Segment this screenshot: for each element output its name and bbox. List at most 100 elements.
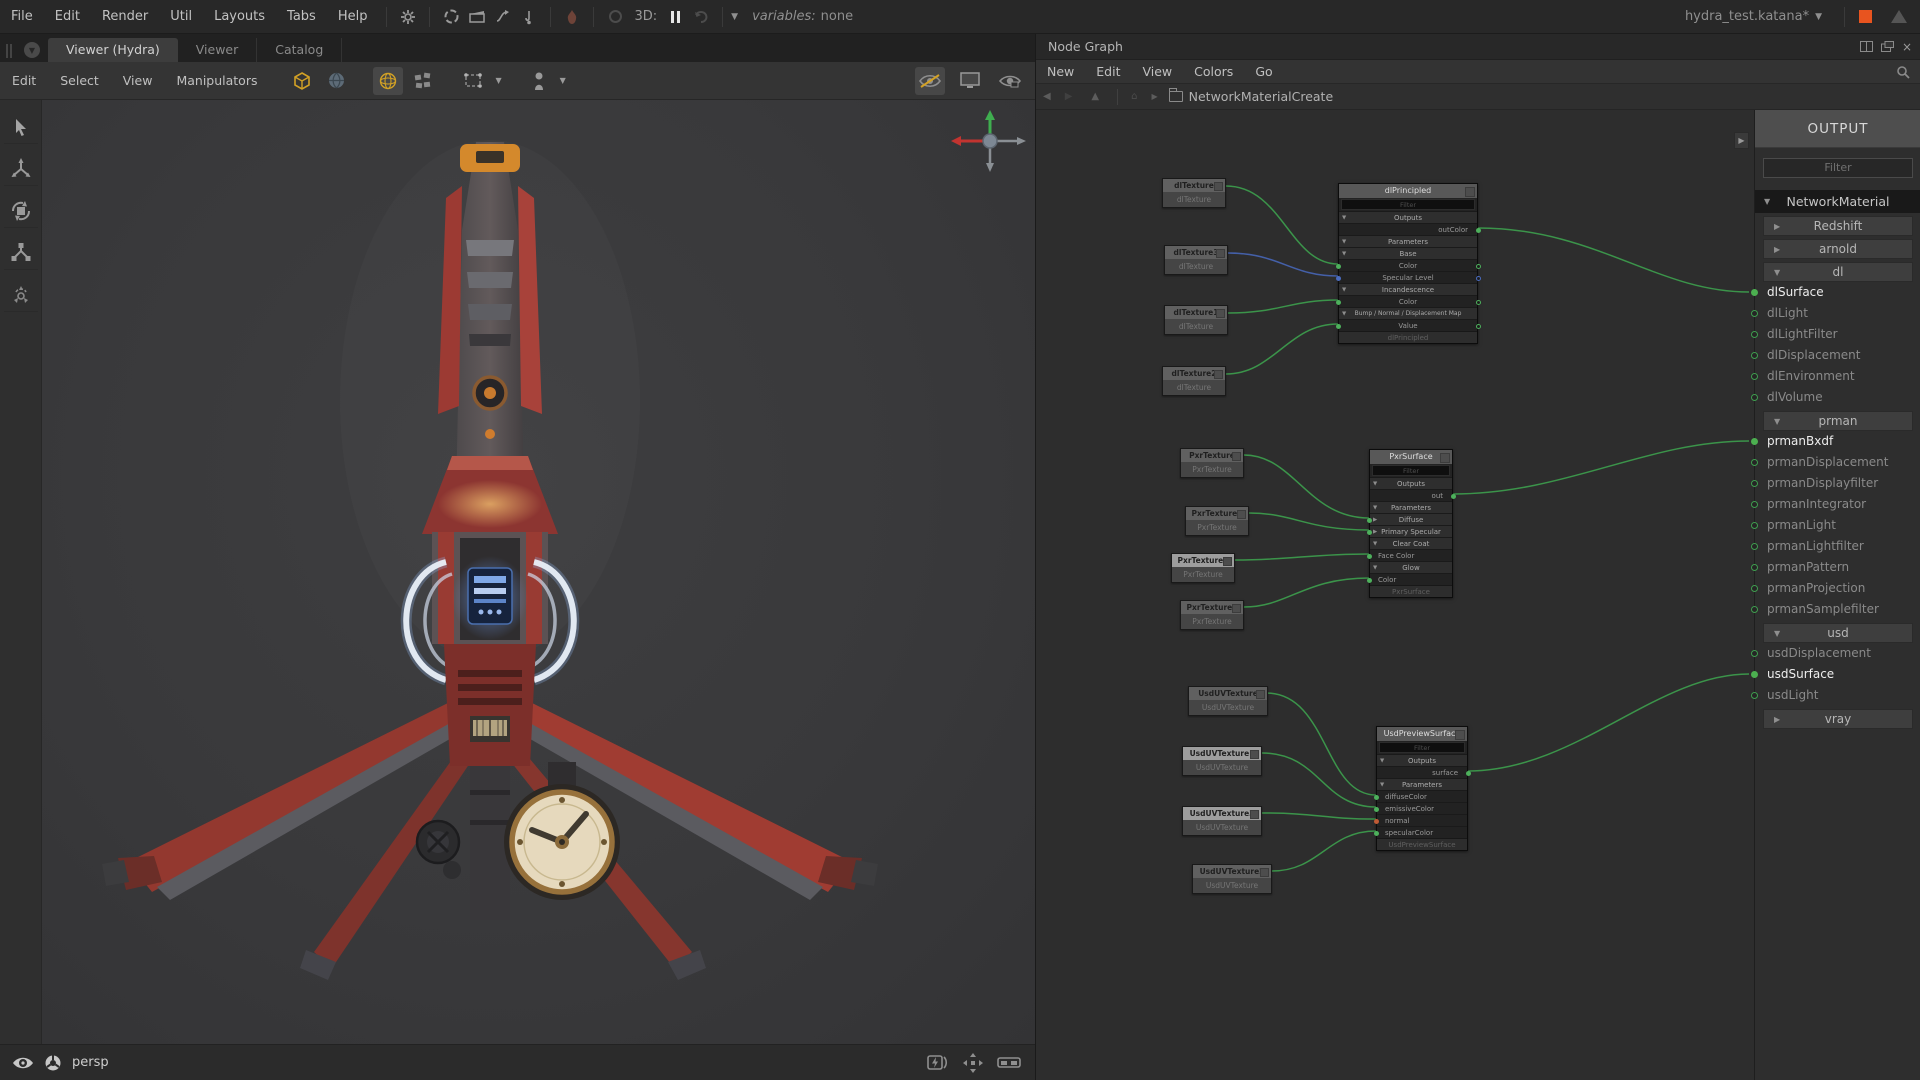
output-port[interactable]: [1466, 771, 1471, 776]
node-UsdUVTexture[interactable]: UsdUVTexture UsdUVTexture: [1188, 686, 1268, 716]
variables-value[interactable]: none: [821, 9, 853, 24]
pane-menu-icon[interactable]: ▼: [24, 42, 40, 58]
flame-icon[interactable]: [559, 6, 585, 28]
terminal-dlDisplacement[interactable]: dlDisplacement: [1755, 345, 1920, 366]
node-PxrTexture[interactable]: PxrTexture PxrTexture: [1180, 448, 1244, 478]
section-outputs[interactable]: Outputs: [1370, 477, 1452, 489]
param-row-face-color[interactable]: Face Color: [1370, 549, 1452, 561]
message-triangle-icon[interactable]: [1886, 6, 1912, 28]
section-primary-specular[interactable]: Primary Specular: [1370, 525, 1452, 537]
param-row-normal[interactable]: normal: [1377, 814, 1467, 826]
filename-label[interactable]: hydra_test.katana*: [1685, 9, 1809, 24]
pane-split-icon[interactable]: [1860, 41, 1873, 52]
texture-tiles-icon[interactable]: [407, 67, 437, 95]
clapperboard-icon[interactable]: [464, 6, 490, 28]
input-port[interactable]: [1336, 276, 1341, 281]
port-row-out[interactable]: out: [1370, 489, 1452, 501]
wire-sphere-icon[interactable]: [373, 67, 403, 95]
select-arrow-icon[interactable]: [4, 110, 38, 144]
viewer-menu-select[interactable]: Select: [48, 73, 111, 88]
connection-port[interactable]: [1751, 522, 1758, 529]
ng-menu-colors[interactable]: Colors: [1183, 64, 1244, 79]
connection-port[interactable]: [1751, 310, 1758, 317]
param-row-emissiveColor[interactable]: emissiveColor: [1377, 802, 1467, 814]
output-port[interactable]: [1476, 276, 1481, 281]
menu-layouts[interactable]: Layouts: [203, 9, 276, 24]
connection-port[interactable]: [1751, 480, 1758, 487]
group-arnold[interactable]: ▶arnold: [1763, 239, 1913, 259]
shaded-cube-icon[interactable]: [287, 67, 317, 95]
terminal-dlLightFilter[interactable]: dlLightFilter: [1755, 324, 1920, 345]
node-PxrTexture1[interactable]: PxrTexture1 PxrTexture: [1180, 600, 1244, 630]
globe-icon[interactable]: [321, 67, 351, 95]
ng-menu-go[interactable]: Go: [1244, 64, 1283, 79]
pan-arrows-icon[interactable]: [963, 1053, 983, 1073]
terminal-prmanBxdf[interactable]: prmanBxdf: [1755, 431, 1920, 452]
connection-port[interactable]: [1751, 289, 1758, 296]
connection-port[interactable]: [1751, 650, 1758, 657]
param-row-value[interactable]: Value: [1339, 319, 1477, 331]
undo-icon[interactable]: [688, 6, 714, 28]
render-stop-icon[interactable]: [1859, 10, 1872, 23]
port-row-surface[interactable]: surface: [1377, 766, 1467, 778]
connection-port[interactable]: [1751, 459, 1758, 466]
menu-help[interactable]: Help: [327, 9, 379, 24]
node-graph-canvas[interactable]: dlTexture dlTexture dlTexture3 dlTexture…: [1036, 110, 1920, 1080]
output-port[interactable]: [1476, 228, 1481, 233]
input-port[interactable]: [1374, 795, 1379, 800]
input-port[interactable]: [1367, 554, 1372, 559]
node-UsdUVTexture1[interactable]: UsdUVTexture1 UsdUVTexture: [1182, 746, 1262, 776]
section-outputs[interactable]: Outputs: [1377, 754, 1467, 766]
render-flash-icon[interactable]: [927, 1054, 949, 1071]
terminal-usdDisplacement[interactable]: usdDisplacement: [1755, 643, 1920, 664]
node-filter-field[interactable]: Filter: [1341, 199, 1475, 210]
pause-icon[interactable]: [671, 11, 680, 23]
tab-viewer-hydra[interactable]: Viewer (Hydra): [48, 38, 178, 62]
viewer-menu-view[interactable]: View: [111, 73, 165, 88]
gear-icon[interactable]: [395, 6, 421, 28]
connection-port[interactable]: [1751, 331, 1758, 338]
tab-viewer[interactable]: Viewer: [178, 38, 258, 62]
terminal-prmanSamplefilter[interactable]: prmanSamplefilter: [1755, 599, 1920, 620]
input-port[interactable]: [1367, 518, 1372, 523]
history-back-icon[interactable]: ◀: [1036, 91, 1058, 102]
node-dlTexture[interactable]: dlTexture dlTexture: [1162, 178, 1226, 208]
param-row-diffuseColor[interactable]: diffuseColor: [1377, 790, 1467, 802]
section-clear-coat[interactable]: Clear Coat: [1370, 537, 1452, 549]
node-UsdPreviewSurface[interactable]: UsdPreviewSurface Filter Outputs surface…: [1376, 726, 1468, 851]
node-dlTexture1[interactable]: dlTexture1 dlTexture: [1164, 305, 1228, 335]
connection-port[interactable]: [1751, 671, 1758, 678]
group-redshift[interactable]: ▶Redshift: [1763, 216, 1913, 236]
marquee-dropdown-icon[interactable]: ▼: [495, 76, 501, 85]
input-port[interactable]: [1336, 264, 1341, 269]
terminal-dlVolume[interactable]: dlVolume: [1755, 387, 1920, 408]
terminal-usdSurface[interactable]: usdSurface: [1755, 664, 1920, 685]
terminal-prmanLightfilter[interactable]: prmanLightfilter: [1755, 536, 1920, 557]
section-parameters[interactable]: Parameters: [1370, 501, 1452, 513]
node-PxrTexture2[interactable]: PxrTexture2 PxrTexture: [1185, 506, 1249, 536]
param-row-color[interactable]: Color: [1339, 259, 1477, 271]
scale-tool-icon[interactable]: [4, 236, 38, 270]
output-port[interactable]: [1476, 300, 1481, 305]
section-glow[interactable]: Glow: [1370, 561, 1452, 573]
terminal-dlEnvironment[interactable]: dlEnvironment: [1755, 366, 1920, 387]
spin-icon[interactable]: [602, 6, 628, 28]
connection-port[interactable]: [1751, 394, 1758, 401]
group-dl[interactable]: ▼dl: [1763, 262, 1913, 282]
connection-port[interactable]: [1751, 564, 1758, 571]
section-base[interactable]: Base: [1339, 247, 1477, 259]
terminal-usdLight[interactable]: usdLight: [1755, 685, 1920, 706]
input-port[interactable]: [1374, 819, 1379, 824]
section-bump-normal-displacement[interactable]: Bump / Normal / Displacement Map: [1339, 307, 1477, 319]
input-port[interactable]: [1336, 324, 1341, 329]
viewer-menu-edit[interactable]: Edit: [0, 73, 48, 88]
terminal-dlLight[interactable]: dlLight: [1755, 303, 1920, 324]
output-panel-collapse-icon[interactable]: ▶: [1734, 132, 1749, 149]
breadcrumb-node-name[interactable]: NetworkMaterialCreate: [1189, 89, 1334, 104]
connection-port[interactable]: [1751, 606, 1758, 613]
terminal-prmanDisplayfilter[interactable]: prmanDisplayfilter: [1755, 473, 1920, 494]
light-person-icon[interactable]: [524, 67, 554, 95]
node-PxrTexture3[interactable]: PxrTexture3 PxrTexture: [1171, 553, 1235, 583]
group-prman[interactable]: ▼prman: [1763, 411, 1913, 431]
input-port[interactable]: [1367, 530, 1372, 535]
